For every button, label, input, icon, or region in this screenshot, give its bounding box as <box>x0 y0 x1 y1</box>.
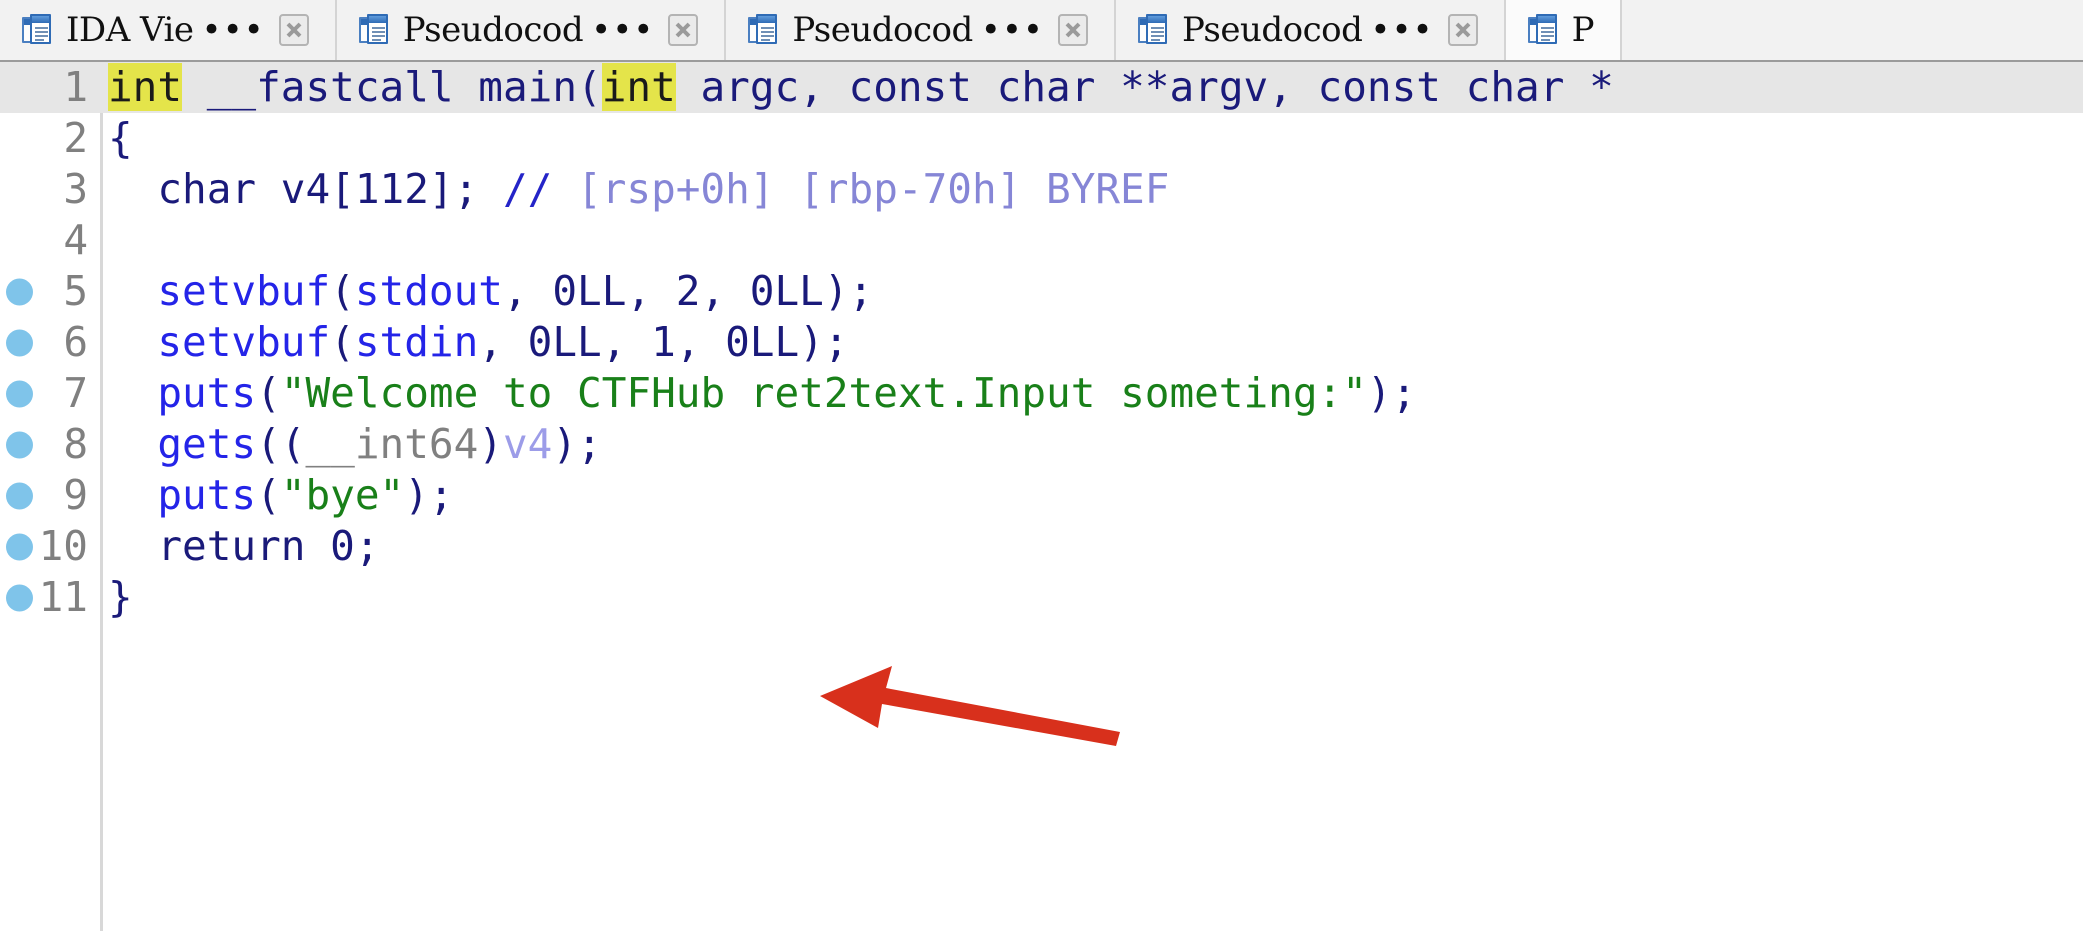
line-number: 4 <box>63 216 88 264</box>
code-line-2-text: { <box>108 114 133 162</box>
tab-label: Pseudocod <box>1181 10 1363 50</box>
code-token: ) <box>478 420 503 468</box>
code-token: , 0LL, 2, 0LL); <box>502 267 874 315</box>
stack-offset-comment: [rsp+0h] [rbp-70h] BYREF <box>552 165 1170 213</box>
tab-label: P <box>1571 10 1595 50</box>
function-name-setvbuf[interactable]: setvbuf <box>157 318 330 366</box>
document-icon <box>1137 14 1168 46</box>
code-line-8[interactable]: 8 gets((__int64)v4); <box>0 419 2083 470</box>
code-line-8-text: gets((__int64)v4); <box>100 419 602 470</box>
code-line-1[interactable]: 1 int __fastcall main(int argc, const ch… <box>0 62 2083 113</box>
code-line-10[interactable]: 10 return 0; <box>0 521 2083 572</box>
function-name-puts[interactable]: puts <box>157 369 256 417</box>
tab-bar: IDA Vie ••• Pseudocod ••• Pseudocod ••• <box>0 0 2083 62</box>
breakpoint-marker-dot[interactable] <box>6 584 33 611</box>
tab-pseudocode-1[interactable]: Pseudocod ••• <box>336 0 727 60</box>
breakpoint-marker-dot[interactable] <box>6 329 33 356</box>
code-token: (( <box>256 420 306 468</box>
code-line-9[interactable]: 9 puts("bye"); <box>0 470 2083 521</box>
code-token: ); <box>404 471 454 519</box>
code-line-5[interactable]: 5 setvbuf(stdout, 0LL, 2, 0LL); <box>0 266 2083 317</box>
close-icon[interactable] <box>668 14 699 46</box>
string-literal-welcome[interactable]: "Welcome to CTFHub ret2text.Input someti… <box>281 369 1367 417</box>
breakpoint-marker-dot[interactable] <box>6 431 33 458</box>
line-number: 2 <box>63 114 88 162</box>
code-token: ( <box>256 471 281 519</box>
symbol-stdin[interactable]: stdin <box>355 318 478 366</box>
code-token: char v4[112]; <box>108 165 503 213</box>
tab-pseudocode-2[interactable]: Pseudocod ••• <box>726 0 1116 60</box>
tab-pseudocode-4-active[interactable]: P <box>1505 0 1622 60</box>
breakpoint-marker-dot[interactable] <box>6 533 33 560</box>
function-name-setvbuf[interactable]: setvbuf <box>157 267 330 315</box>
tab-label-ellipsis: ••• <box>201 10 265 50</box>
code-line-7[interactable]: 7 puts("Welcome to CTFHub ret2text.Input… <box>0 368 2083 419</box>
tab-label-ellipsis: ••• <box>980 10 1044 50</box>
code-token: , 0LL, 1, 0LL); <box>478 318 849 366</box>
tab-label: Pseudocod <box>402 10 584 50</box>
document-icon <box>358 14 389 46</box>
tab-label: Pseudocod <box>792 10 973 50</box>
code-line-4[interactable]: 4 <box>0 215 2083 266</box>
type-cast-int64[interactable]: __int64 <box>306 420 479 468</box>
tab-pseudocode-3[interactable]: Pseudocod ••• <box>1115 0 1506 60</box>
tab-label: IDA Vie <box>66 10 194 50</box>
line-number: 3 <box>63 165 88 213</box>
function-name-puts[interactable]: puts <box>157 471 256 519</box>
document-icon <box>1527 14 1558 46</box>
code-token: ); <box>1366 369 1417 417</box>
highlighted-token-int-param[interactable]: int <box>601 63 676 111</box>
code-line-1-text: int __fastcall main(int argc, const char… <box>100 62 1614 113</box>
breakpoint-marker-dot[interactable] <box>6 482 33 509</box>
highlighted-token-int-return[interactable]: int <box>108 63 183 111</box>
close-icon[interactable] <box>278 14 309 46</box>
document-icon <box>22 14 52 46</box>
tab-label-ellipsis: ••• <box>1370 10 1434 50</box>
string-literal-bye[interactable]: "bye" <box>281 471 404 519</box>
code-line-6-text: setvbuf(stdin, 0LL, 1, 0LL); <box>100 317 849 368</box>
code-line-3-text: char v4[112]; // [rsp+0h] [rbp-70h] BYRE… <box>100 164 1169 215</box>
code-token: argc, const char **argv, const char * <box>675 63 1614 111</box>
code-token: __fastcall main( <box>182 63 602 111</box>
code-line-2[interactable]: 2 { <box>0 113 2083 164</box>
function-name-gets[interactable]: gets <box>157 420 256 468</box>
pseudocode-editor[interactable]: 1 int __fastcall main(int argc, const ch… <box>0 62 2083 931</box>
line-number: 1 <box>63 63 88 111</box>
tab-label-ellipsis: ••• <box>591 10 655 50</box>
breakpoint-marker-dot[interactable] <box>6 380 33 407</box>
close-icon[interactable] <box>1447 14 1478 46</box>
code-line-3[interactable]: 3 char v4[112]; // [rsp+0h] [rbp-70h] BY… <box>0 164 2083 215</box>
code-token: ( <box>330 267 355 315</box>
variable-v4[interactable]: v4 <box>503 420 552 468</box>
symbol-stdout[interactable]: stdout <box>355 267 503 315</box>
close-icon[interactable] <box>1057 14 1088 46</box>
document-icon <box>748 14 778 46</box>
code-line-5-text: setvbuf(stdout, 0LL, 2, 0LL); <box>100 266 873 317</box>
code-line-6[interactable]: 6 setvbuf(stdin, 0LL, 1, 0LL); <box>0 317 2083 368</box>
comment-slashes: // <box>502 165 553 213</box>
code-token: ( <box>256 369 281 417</box>
code-line-9-text: puts("bye"); <box>100 470 454 521</box>
code-line-7-text: puts("Welcome to CTFHub ret2text.Input s… <box>100 368 1416 419</box>
code-line-11[interactable]: 11 } <box>0 572 2083 623</box>
code-token: ( <box>330 318 355 366</box>
code-token: ); <box>552 420 602 468</box>
breakpoint-marker-dot[interactable] <box>6 278 33 305</box>
tab-ida-view[interactable]: IDA Vie ••• <box>0 0 337 60</box>
code-line-10-text: return 0; <box>108 522 380 570</box>
red-arrow-icon <box>820 666 1120 746</box>
code-line-11-text: } <box>108 573 133 621</box>
